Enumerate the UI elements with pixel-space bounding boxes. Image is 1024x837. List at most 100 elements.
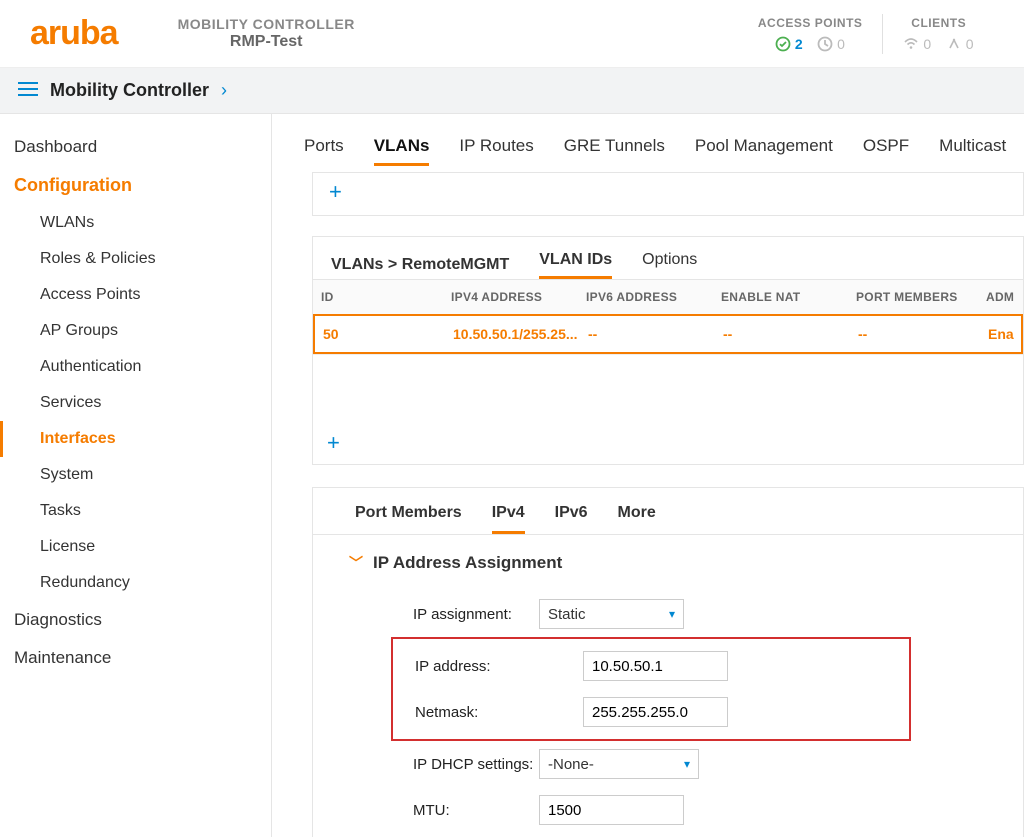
th-nat: ENABLE NAT (713, 280, 848, 314)
sidebar-item-redundancy[interactable]: Redundancy (0, 565, 271, 601)
main-content: Ports VLANs IP Routes GRE Tunnels Pool M… (272, 114, 1024, 837)
th-port: PORT MEMBERS (848, 280, 978, 314)
add-vlan-id-button[interactable]: + (323, 430, 344, 456)
select-dhcp[interactable]: -None- ▾ (539, 749, 699, 779)
select-ip-assignment[interactable]: Static ▾ (539, 599, 684, 629)
ap-up[interactable]: 2 (775, 36, 803, 52)
tab-gre[interactable]: GRE Tunnels (564, 130, 665, 166)
subtab-vlanids[interactable]: VLAN IDs (539, 251, 612, 279)
ap-label: ACCESS POINTS (758, 16, 863, 30)
detail-tab-strip: Port Members IPv4 IPv6 More (312, 487, 1024, 535)
input-ip-address[interactable] (583, 651, 728, 681)
select-dhcp-value: -None- (548, 756, 594, 773)
breadcrumb-bar: Mobility Controller › (0, 68, 1024, 114)
dtab-ipv4[interactable]: IPv4 (492, 504, 525, 534)
dtab-ipv6[interactable]: IPv6 (555, 504, 588, 534)
input-netmask[interactable] (583, 697, 728, 727)
tab-ports[interactable]: Ports (304, 130, 344, 166)
sidebar-item-maintenance[interactable]: Maintenance (0, 639, 271, 677)
ip-form-panel: ﹀ IP Address Assignment IP assignment: S… (312, 535, 1024, 837)
clients-stat: CLIENTS 0 0 (883, 16, 994, 52)
clients-label: CLIENTS (903, 16, 974, 30)
sidebar-item-tasks[interactable]: Tasks (0, 493, 271, 529)
breadcrumb-text[interactable]: Mobility Controller (50, 80, 209, 101)
label-netmask: Netmask: (393, 704, 583, 721)
dtab-more[interactable]: More (618, 504, 656, 534)
table-row[interactable]: 50 10.50.50.1/255.25... -- -- -- Ena (313, 314, 1023, 354)
wired-icon (946, 36, 962, 52)
vlan-subheader: VLANs > RemoteMGMT VLAN IDs Options (312, 236, 1024, 279)
sidebar-item-wlans[interactable]: WLANs (0, 205, 271, 241)
sidebar-item-roles[interactable]: Roles & Policies (0, 241, 271, 277)
cell-ipv4: 10.50.50.1/255.25... (445, 316, 580, 352)
row-mtu: MTU: (349, 787, 1001, 833)
sidebar-item-configuration[interactable]: Configuration (0, 166, 271, 205)
chevron-down-icon: ▾ (669, 607, 675, 621)
clients-wifi[interactable]: 0 (903, 36, 931, 52)
sidebar-item-apgroups[interactable]: AP Groups (0, 313, 271, 349)
cell-port: -- (850, 316, 980, 352)
tab-strip: Ports VLANs IP Routes GRE Tunnels Pool M… (304, 130, 1024, 166)
th-ipv4: IPV4 ADDRESS (443, 280, 578, 314)
clients-wifi-count: 0 (923, 36, 931, 52)
sidebar-item-auth[interactable]: Authentication (0, 349, 271, 385)
cell-nat: -- (715, 316, 850, 352)
clients-wired-count: 0 (966, 36, 974, 52)
sidebar-item-interfaces[interactable]: Interfaces (0, 421, 271, 457)
controller-title: MOBILITY CONTROLLER RMP-Test (178, 16, 355, 52)
section-title-label: IP Address Assignment (373, 553, 562, 573)
tab-ospf[interactable]: OSPF (863, 130, 909, 166)
access-points-stat: ACCESS POINTS 2 0 (738, 16, 883, 52)
add-vlan-button[interactable]: + (325, 179, 346, 205)
sidebar: Dashboard Configuration WLANs Roles & Po… (0, 114, 272, 837)
cell-adm: Ena (980, 316, 1020, 352)
cell-id: 50 (315, 316, 445, 352)
table-footer: + (313, 354, 1023, 464)
sidebar-item-diagnostics[interactable]: Diagnostics (0, 601, 271, 639)
vlan-table: ID IPV4 ADDRESS IPV6 ADDRESS ENABLE NAT … (312, 279, 1024, 465)
dtab-portmembers[interactable]: Port Members (355, 504, 462, 534)
tab-iproutes[interactable]: IP Routes (459, 130, 533, 166)
vlans-panel: + (312, 172, 1024, 216)
label-ip-address: IP address: (393, 658, 583, 675)
sidebar-item-aps[interactable]: Access Points (0, 277, 271, 313)
label-ip-assignment: IP assignment: (349, 606, 539, 623)
chevron-down-icon: ▾ (684, 757, 690, 771)
row-ip-assignment: IP assignment: Static ▾ (349, 591, 1001, 637)
tab-pool[interactable]: Pool Management (695, 130, 833, 166)
check-circle-icon (775, 36, 791, 52)
row-dhcp: IP DHCP settings: -None- ▾ (349, 741, 1001, 787)
input-mtu[interactable] (539, 795, 684, 825)
menu-icon[interactable] (18, 81, 38, 100)
row-netmask: Netmask: (393, 689, 891, 735)
clock-icon (817, 36, 833, 52)
top-bar: aruba MOBILITY CONTROLLER RMP-Test ACCES… (0, 0, 1024, 68)
subtab-options[interactable]: Options (642, 251, 697, 279)
title-line2: RMP-Test (178, 32, 355, 51)
select-ip-assignment-value: Static (548, 606, 586, 623)
sidebar-item-license[interactable]: License (0, 529, 271, 565)
sidebar-item-services[interactable]: Services (0, 385, 271, 421)
tab-vlans[interactable]: VLANs (374, 130, 430, 166)
wifi-icon (903, 36, 919, 52)
vlan-crumb: VLANs > RemoteMGMT (331, 256, 509, 274)
highlight-box: IP address: Netmask: (391, 637, 911, 741)
logo: aruba (30, 14, 118, 53)
section-ip-assignment[interactable]: ﹀ IP Address Assignment (349, 553, 1001, 573)
th-id: ID (313, 280, 443, 314)
table-header: ID IPV4 ADDRESS IPV6 ADDRESS ENABLE NAT … (313, 279, 1023, 314)
sidebar-item-dashboard[interactable]: Dashboard (0, 128, 271, 166)
th-ipv6: IPV6 ADDRESS (578, 280, 713, 314)
label-dhcp: IP DHCP settings: (349, 756, 539, 773)
row-suppress-arp: Suppress ARP: ✓ (349, 833, 1001, 837)
th-adm: ADM (978, 280, 1018, 314)
chevron-right-icon[interactable]: › (221, 80, 227, 101)
chevron-down-icon: ﹀ (349, 553, 363, 573)
label-mtu: MTU: (349, 802, 539, 819)
tab-multicast[interactable]: Multicast (939, 130, 1006, 166)
title-line1: MOBILITY CONTROLLER (178, 16, 355, 33)
ap-down-count: 0 (837, 36, 845, 52)
ap-down[interactable]: 0 (817, 36, 845, 52)
clients-wired[interactable]: 0 (946, 36, 974, 52)
sidebar-item-system[interactable]: System (0, 457, 271, 493)
